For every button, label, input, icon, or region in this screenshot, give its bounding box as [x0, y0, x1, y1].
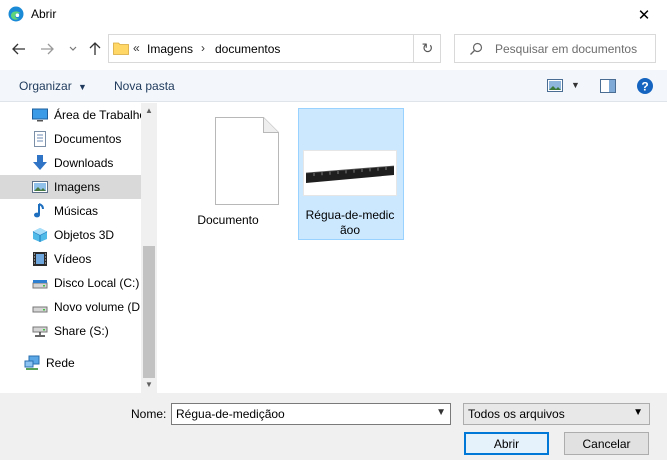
- network-icon: [24, 355, 40, 370]
- chevron-down-icon[interactable]: ▼: [436, 407, 446, 418]
- music-note-icon: [34, 203, 44, 218]
- pictures-icon: [32, 181, 48, 193]
- title-bar: Abrir ✕: [0, 0, 667, 30]
- close-icon: ✕: [637, 7, 651, 24]
- up-button[interactable]: [86, 40, 104, 58]
- sidebar-item-disco-local-c[interactable]: Disco Local (C:): [0, 271, 141, 295]
- file-name: Documento: [197, 213, 259, 227]
- network-drive-icon: [32, 326, 48, 337]
- sidebar-item-label: Rede: [46, 356, 75, 370]
- sidebar-item-objetos-3d[interactable]: Objetos 3D: [0, 223, 141, 247]
- sidebar-item-label: Objetos 3D: [54, 228, 115, 242]
- svg-text:?: ?: [641, 80, 648, 94]
- address-segment-documentos[interactable]: documentos: [215, 42, 280, 56]
- chevron-down-icon: ▼: [78, 82, 87, 92]
- command-toolbar: Organizar ▼ Nova pasta ▼ ?: [0, 70, 667, 102]
- file-name-line-2: ãoo: [339, 223, 361, 237]
- view-options-chevron-icon[interactable]: ▼: [571, 80, 580, 90]
- back-button[interactable]: [10, 40, 28, 58]
- preview-pane-icon[interactable]: [600, 79, 616, 93]
- sidebar-item-label: Disco Local (C:): [54, 276, 140, 290]
- sidebar-item-share-s[interactable]: Share (S:): [0, 319, 141, 343]
- up-arrow-icon: [89, 42, 101, 55]
- dialog-footer: Nome: Régua-de-mediçãoo ▼ Todos os arqui…: [0, 393, 667, 460]
- address-bar[interactable]: « Imagens › documentos ↻: [108, 34, 441, 63]
- download-arrow-icon: [33, 155, 47, 170]
- sidebar-item-label: Imagens: [54, 180, 101, 194]
- sidebar-item-videos[interactable]: Vídeos: [0, 247, 141, 271]
- sidebar-item-label: Área de Trabalho: [54, 108, 141, 122]
- address-segment-imagens[interactable]: Imagens: [147, 42, 193, 56]
- recent-locations-button[interactable]: [64, 40, 82, 58]
- cancel-button[interactable]: Cancelar: [564, 432, 649, 455]
- blank-document-icon: [215, 117, 279, 205]
- search-icon: [470, 42, 483, 55]
- file-type-select[interactable]: Todos os arquivos ▼: [463, 403, 650, 425]
- film-icon: [33, 252, 47, 266]
- search-box[interactable]: Pesquisar em documentos: [454, 34, 656, 63]
- back-arrow-icon: [12, 43, 25, 55]
- address-overflow[interactable]: «: [133, 41, 140, 55]
- drive-icon: [32, 306, 48, 313]
- sidebar-item-rede[interactable]: Rede: [0, 351, 141, 375]
- sidebar-item-novo-volume-d[interactable]: Novo volume (D:): [0, 295, 141, 319]
- sidebar-item-label: Novo volume (D:): [54, 300, 141, 314]
- file-list: Documento Régua-de-medic ãoo: [157, 103, 667, 393]
- sidebar-item-musicas[interactable]: Músicas: [0, 199, 141, 223]
- scroll-down-icon[interactable]: ▼: [145, 380, 153, 389]
- file-name-label: Nome:: [131, 407, 167, 421]
- sidebar-item-documentos[interactable]: Documentos: [0, 127, 141, 151]
- organize-label: Organizar: [19, 79, 72, 93]
- address-separator-icon: ›: [201, 41, 205, 55]
- forward-arrow-icon: [41, 43, 54, 55]
- file-name-value: Régua-de-mediçãoo: [176, 407, 285, 421]
- file-type-value: Todos os arquivos: [468, 407, 565, 421]
- window-title: Abrir: [31, 7, 57, 21]
- search-placeholder: Pesquisar em documentos: [495, 42, 638, 56]
- ruler-photo-thumbnail: [304, 151, 396, 195]
- open-button[interactable]: Abrir: [464, 432, 549, 455]
- file-name-line-1: Régua-de-medic: [305, 208, 395, 222]
- scroll-up-icon[interactable]: ▲: [145, 106, 153, 115]
- chevron-down-icon: [69, 46, 77, 51]
- file-name-input[interactable]: Régua-de-mediçãoo ▼: [171, 403, 451, 425]
- file-item-regua-de-medicao[interactable]: Régua-de-medic ãoo: [298, 108, 404, 240]
- documents-icon: [34, 131, 46, 147]
- view-mode-icon[interactable]: [547, 79, 563, 93]
- sidebar-item-downloads[interactable]: Downloads: [0, 151, 141, 175]
- sidebar-item-label: Downloads: [54, 156, 114, 170]
- sidebar-item-imagens[interactable]: Imagens: [0, 175, 141, 199]
- refresh-button[interactable]: ↻: [413, 35, 441, 62]
- sidebar-item-label: Documentos: [54, 132, 122, 146]
- file-item-documento[interactable]: Documento: [177, 109, 281, 239]
- sidebar-item-label: Músicas: [54, 204, 99, 218]
- forward-button[interactable]: [38, 40, 56, 58]
- sidebar-scrollbar[interactable]: ▲ ▼: [141, 103, 157, 393]
- scrollbar-thumb[interactable]: [143, 246, 155, 378]
- edge-logo-icon: [8, 6, 24, 22]
- close-button[interactable]: ✕: [621, 0, 667, 30]
- navigation-pane: Área de Trabalho Documentos Downloads Im…: [0, 103, 157, 393]
- desktop-icon: [32, 108, 48, 122]
- sidebar-item-label: Vídeos: [54, 252, 92, 266]
- new-folder-button[interactable]: Nova pasta: [114, 79, 175, 93]
- chevron-down-icon: ▼: [633, 407, 643, 418]
- sidebar-item-desktop[interactable]: Área de Trabalho: [0, 103, 141, 127]
- help-icon[interactable]: ?: [636, 77, 654, 95]
- folder-icon: [113, 42, 129, 55]
- sidebar-item-label: Share (S:): [54, 324, 109, 338]
- refresh-icon: ↻: [421, 40, 434, 56]
- cube-3d-icon: [32, 228, 48, 242]
- drive-icon: [32, 280, 48, 289]
- organize-button[interactable]: Organizar ▼: [19, 79, 87, 93]
